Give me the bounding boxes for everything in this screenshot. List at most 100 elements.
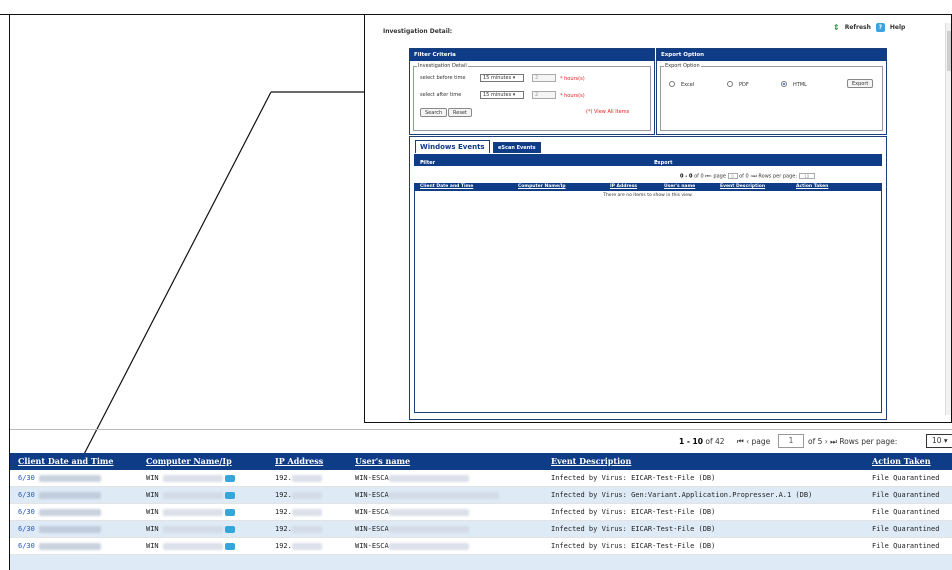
export-html-radio[interactable]	[781, 81, 787, 87]
export-option-legend: Export Option	[664, 63, 701, 69]
filter-criteria-header: Filter Criteria	[410, 49, 654, 61]
row-computer: WIN	[146, 508, 159, 516]
export-html-label: HTML	[793, 82, 807, 88]
popup-scrollbar-thumb[interactable]	[947, 31, 951, 71]
inner-col-user[interactable]: User's name	[664, 184, 695, 189]
grid-pager-count: 1 - 10 of 42	[679, 437, 725, 446]
export-excel-radio[interactable]	[669, 81, 675, 87]
export-pdf-radio[interactable]	[727, 81, 733, 87]
redacted-value	[39, 525, 102, 533]
col-ip-address[interactable]: IP Address	[275, 456, 323, 466]
inner-col-action[interactable]: Action Taken	[796, 184, 828, 189]
row-ip: 192.	[275, 542, 292, 550]
table-row-partial[interactable]	[10, 555, 952, 570]
col-event-description[interactable]: Event Description	[551, 456, 631, 466]
computer-info-icon[interactable]	[224, 508, 235, 516]
popup-actions: ⇕ Refresh ? Help	[833, 23, 905, 32]
row-date[interactable]: 6/30	[18, 542, 35, 550]
row-action: File Quarantined	[872, 525, 940, 533]
popup-header: Investigation Detail: ⇕ Refresh ? Help	[365, 15, 951, 45]
after-hours-input[interactable]: 2	[532, 91, 556, 99]
row-date[interactable]: 6/30	[18, 474, 35, 482]
refresh-button[interactable]: Refresh	[845, 24, 871, 31]
grid-pager: 1 - 10 of 42 ⏮ ‹ page 1 of 5 › ⏭ Rows pe…	[10, 434, 952, 450]
filter-criteria-panel: Filter Criteria Investigation Detail sel…	[409, 48, 655, 135]
reset-button[interactable]: Reset	[448, 108, 472, 117]
page-number-input[interactable]: 1	[778, 434, 804, 448]
help-icon[interactable]: ?	[875, 23, 885, 32]
inner-prev-icon[interactable]: ‹	[710, 174, 712, 180]
redacted-value	[162, 474, 223, 482]
inner-page-input[interactable]: 0	[727, 173, 738, 179]
before-time-label: select before time	[420, 75, 466, 81]
inner-page-label: page	[713, 173, 726, 180]
popup-scrollbar[interactable]	[945, 23, 951, 415]
col-action-taken[interactable]: Action Taken	[872, 456, 931, 466]
redacted-value	[388, 474, 469, 482]
export-pdf-label: PDF	[739, 82, 749, 88]
row-date[interactable]: 6/30	[18, 525, 35, 533]
table-row[interactable]: 6/30 WIN 192. WIN-ESCA Infected by Virus…	[10, 470, 952, 487]
inner-col-event[interactable]: Event Description	[720, 184, 765, 189]
inner-last-icon[interactable]: ⏭	[752, 174, 757, 180]
tab-windows-events[interactable]: Windows Events	[415, 140, 490, 153]
col-computer-name[interactable]: Computer Name/Ip	[146, 456, 232, 466]
inner-rpp-select[interactable]: 10	[798, 173, 815, 179]
after-time-label: select after time	[420, 92, 462, 98]
refresh-icon[interactable]: ⇕	[833, 23, 840, 32]
inner-col-computer[interactable]: Computer Name/Ip	[518, 184, 566, 189]
row-event: Infected by Virus: EICAR-Test-File (DB)	[551, 525, 716, 533]
first-page-icon: ⏮	[737, 437, 744, 446]
redacted-value	[162, 508, 223, 516]
redacted-value	[388, 508, 469, 516]
inner-table-body	[414, 191, 882, 413]
redacted-value	[291, 525, 322, 533]
grid-pager-nav-next[interactable]: of 5 › ⏭ Rows per page:	[808, 437, 897, 447]
row-computer: WIN	[146, 491, 159, 499]
computer-info-icon[interactable]	[224, 491, 235, 499]
investigation-detail-popup: Investigation Detail: ⇕ Refresh ? Help F…	[364, 14, 952, 423]
row-date[interactable]: 6/30	[18, 491, 35, 499]
after-time-select[interactable]: 15 minutes ▾	[480, 91, 524, 99]
export-option-group: Export Option Excel PDF HTML Export	[660, 63, 883, 131]
help-button[interactable]: Help	[890, 24, 905, 31]
search-button[interactable]: Search	[420, 108, 448, 117]
inner-col-date[interactable]: Client Date and Time	[420, 184, 473, 189]
row-user: WIN-ESCA	[355, 542, 389, 550]
computer-info-icon[interactable]	[224, 525, 235, 533]
table-row[interactable]: 6/30 WIN 192. WIN-ESCA Infected by Virus…	[10, 521, 952, 538]
before-hours-note: * hours(s)	[560, 76, 585, 82]
row-ip: 192.	[275, 508, 292, 516]
table-row[interactable]: 6/30 WIN 192. WIN-ESCA Infected by Virus…	[10, 538, 952, 555]
redacted-value	[388, 525, 469, 533]
next-page-icon: ›	[824, 437, 828, 446]
computer-info-icon[interactable]	[224, 474, 235, 482]
inner-pager-range: 0 - 0	[680, 173, 693, 180]
col-user-name[interactable]: User's name	[355, 456, 410, 466]
before-hours-input[interactable]: 2	[532, 74, 556, 82]
table-row[interactable]: 6/30 WIN 192. WIN-ESCA Infected by Virus…	[10, 487, 952, 504]
table-row[interactable]: 6/30 WIN 192. WIN-ESCA Infected by Virus…	[10, 504, 952, 521]
events-tabs-panel: Windows Events eScan Events ⌃ Filter Crit…	[409, 136, 887, 420]
export-button[interactable]: Export	[847, 79, 874, 88]
row-action: File Quarantined	[872, 474, 940, 482]
col-client-date[interactable]: Client Date and Time	[18, 456, 113, 466]
inner-pager: 0 - 0 of 0 ⏮‹ page 0 of 0 ›⏭ Rows per pa…	[680, 173, 815, 180]
view-all-link[interactable]: (*) View All Items	[586, 109, 629, 115]
after-hours-note: * hours(s)	[560, 93, 585, 99]
computer-info-icon[interactable]	[224, 542, 235, 550]
before-time-select[interactable]: 15 minutes ▾	[480, 74, 524, 82]
inner-col-ip[interactable]: IP Address	[610, 184, 637, 189]
investigation-detail-legend: Investigation Detail	[417, 63, 468, 69]
rows-per-page-select[interactable]: 10 ▾	[926, 434, 952, 448]
grid-pager-nav-prev[interactable]: ⏮ ‹ page	[737, 437, 770, 447]
row-event: Infected by Virus: Gen:Variant.Applicati…	[551, 491, 813, 499]
export-option-header: Export Option	[657, 49, 886, 61]
redacted-value	[39, 508, 102, 516]
row-date[interactable]: 6/30	[18, 508, 35, 516]
export-option-panel: Export Option Export Option Excel PDF HT…	[656, 48, 887, 135]
last-page-icon: ⏭	[830, 437, 837, 446]
redacted-value	[162, 525, 223, 533]
redacted-value	[291, 474, 322, 482]
tab-escan-events[interactable]: eScan Events	[493, 142, 541, 153]
